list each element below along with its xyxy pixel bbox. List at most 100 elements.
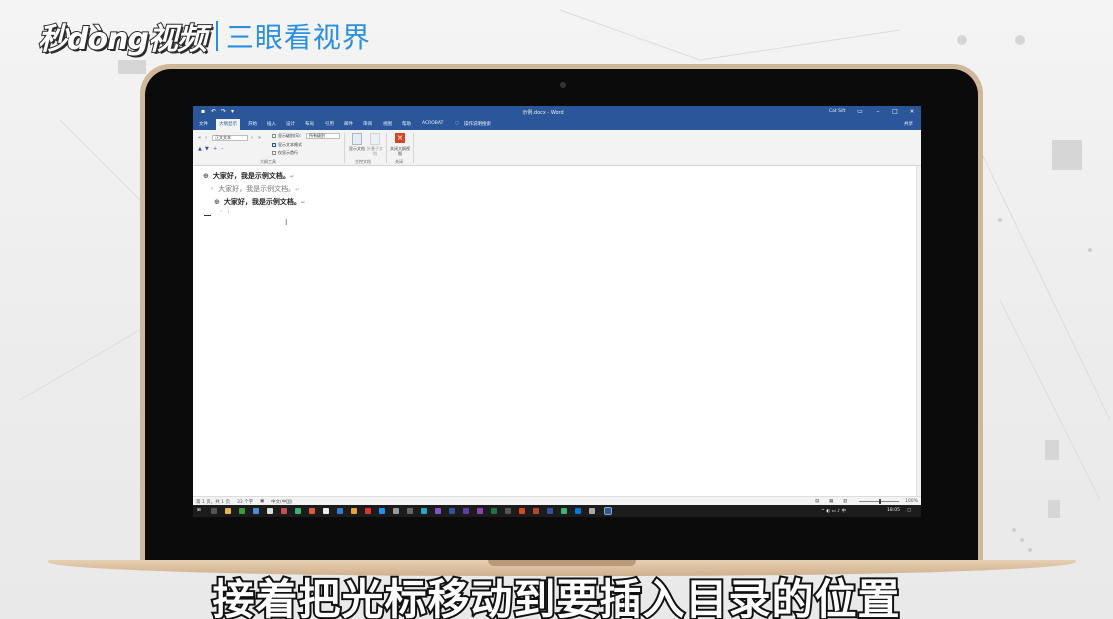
taskbar-app-icon[interactable]	[589, 508, 595, 514]
tab-review[interactable]: 审阅	[363, 121, 372, 127]
taskbar-app-icon[interactable]	[449, 508, 455, 514]
close-outline-view-button[interactable]: 关闭大纲视图	[389, 146, 411, 156]
maximize-icon[interactable]: □	[890, 108, 900, 116]
share-button[interactable]: 共享	[904, 121, 913, 127]
tell-me-search[interactable]: 操作说明搜索	[464, 121, 491, 127]
tab-mailings[interactable]: 邮件	[344, 121, 353, 127]
taskbar-app-icon[interactable]	[393, 508, 399, 514]
zoom-slider-thumb[interactable]	[879, 499, 881, 504]
outline-line[interactable]: ⊕ 大家好，我是示例文档。↵	[214, 197, 305, 207]
tab-references[interactable]: 引用	[325, 121, 334, 127]
taskbar-app-icon[interactable]	[239, 508, 245, 514]
empty-outline-line[interactable]: ◦ ⏐	[220, 209, 230, 215]
body-bullet-icon: ◦	[220, 209, 223, 215]
taskbar-app-icon[interactable]	[407, 508, 413, 514]
collapse-subdocs-icon	[370, 133, 380, 145]
group-close-label: 关闭	[395, 159, 403, 164]
taskbar-app-icon[interactable]	[337, 508, 343, 514]
lightbulb-icon: ◌	[455, 121, 459, 126]
taskbar-app-icon[interactable]	[477, 508, 483, 514]
show-level-checkbox[interactable]: 显示级别(S):	[272, 133, 301, 139]
tab-help[interactable]: 帮助	[402, 121, 411, 127]
read-mode-icon[interactable]: ▤	[815, 499, 819, 504]
show-level-select[interactable]: 所有级别	[306, 133, 340, 139]
taskbar-app-icon[interactable]	[547, 508, 553, 514]
taskbar-app-icon[interactable]	[505, 508, 511, 514]
brand-name: 秒dòng视频	[37, 21, 208, 58]
windows-taskbar: ⊞ ^ ◐ ▭ ♪ 中 18:05 ▢	[193, 505, 921, 517]
taskbar-app-icon[interactable]	[575, 508, 581, 514]
taskbar-app-icon[interactable]	[533, 508, 539, 514]
taskbar-app-icon[interactable]	[561, 508, 567, 514]
tab-home[interactable]: 开始	[248, 121, 257, 127]
collapse-icon[interactable]: –	[221, 146, 224, 152]
qat-customize-icon[interactable]: ▾	[231, 109, 237, 115]
taskbar-app-icon[interactable]	[491, 508, 497, 514]
expand-bullet-icon[interactable]: ⊕	[214, 198, 220, 206]
video-subtitle: 接着把光标移动到要插入目录的位置	[210, 573, 901, 619]
brand-logo: 秒dòng视频 三眼看视界	[37, 14, 371, 58]
expand-icon[interactable]: +	[213, 146, 217, 152]
system-tray-icons[interactable]: ^ ◐ ▭ ♪ 中	[821, 508, 846, 514]
taskbar-app-icon[interactable]	[267, 508, 273, 514]
tab-acrobat[interactable]: ACROBAT	[422, 121, 443, 126]
expand-bullet-icon[interactable]: ⊕	[203, 172, 209, 180]
show-first-line-only-checkbox[interactable]: 仅显示首行	[272, 150, 298, 156]
outline-line[interactable]: ⊕ 大家好，我是示例文档。↵	[203, 171, 294, 181]
tab-view[interactable]: 视图	[383, 121, 392, 127]
word-taskbar-icon[interactable]	[604, 507, 612, 515]
show-text-formatting-checkbox[interactable]: 显示文本格式	[272, 142, 302, 148]
redo-icon[interactable]: ↷	[221, 109, 227, 115]
taskbar-app-icon[interactable]	[519, 508, 525, 514]
minimize-icon[interactable]: –	[873, 108, 883, 116]
document-canvas[interactable]: ⊕ 大家好，我是示例文档。↵ ◦ 大家好，我是示例文档。↵ ⊕ 大家好，我是示例文档。…	[193, 166, 915, 496]
print-layout-icon[interactable]: ▦	[829, 499, 833, 504]
demote-to-body-icon[interactable]: »	[258, 135, 261, 141]
close-outline-icon[interactable]: ×	[395, 133, 405, 143]
show-document-button[interactable]: 显示文档	[345, 146, 369, 151]
outline-line[interactable]: ◦ 大家好，我是示例文档。↵	[210, 184, 299, 194]
wechat-icon[interactable]	[295, 508, 301, 514]
taskbar-app-icon[interactable]	[253, 508, 259, 514]
user-name[interactable]: Cat Sift	[829, 109, 845, 114]
close-icon[interactable]: ×	[907, 108, 917, 116]
document-title: 示例.docx - Word	[522, 110, 564, 116]
notification-icon[interactable]: ▢	[907, 508, 911, 513]
zoom-level[interactable]: 100%	[905, 499, 918, 504]
web-layout-icon[interactable]: ▥	[843, 499, 847, 504]
outline-level-select[interactable]: 正文文本	[212, 135, 248, 141]
taskbar-app-icon[interactable]	[309, 508, 315, 514]
taskbar-app-icon[interactable]	[281, 508, 287, 514]
show-document-icon[interactable]	[352, 133, 362, 145]
promote-icon[interactable]: ‹	[205, 135, 207, 141]
file-explorer-icon[interactable]	[225, 508, 231, 514]
group-master-document-label: 主控文档	[355, 159, 371, 164]
taskbar-app-icon[interactable]	[365, 508, 371, 514]
proofing-icon[interactable]: ▣	[260, 499, 264, 504]
taskbar-app-icon[interactable]	[323, 508, 329, 514]
ribbon-display-icon[interactable]: ▭	[855, 108, 865, 116]
tab-insert[interactable]: 插入	[267, 121, 276, 127]
move-up-icon[interactable]: ▲	[198, 146, 202, 152]
vertical-scrollbar[interactable]	[916, 166, 921, 496]
move-down-icon[interactable]: ▼	[205, 146, 209, 152]
tab-layout[interactable]: 布局	[305, 121, 314, 127]
taskbar-app-icon[interactable]	[351, 508, 357, 514]
taskbar-app-icon[interactable]	[379, 508, 385, 514]
body-bullet-icon[interactable]: ◦	[210, 185, 214, 193]
undo-icon[interactable]: ↶	[211, 109, 217, 115]
taskbar-app-icon[interactable]	[421, 508, 427, 514]
taskbar-app-icon[interactable]	[463, 508, 469, 514]
taskbar-app-icon[interactable]	[435, 508, 441, 514]
promote-to-heading1-icon[interactable]: «	[198, 135, 201, 141]
tab-file[interactable]: 文件	[199, 121, 208, 127]
tab-design[interactable]: 设计	[286, 121, 295, 127]
demote-icon[interactable]: ›	[251, 135, 253, 141]
brand-channel: 三眼看视界	[225, 21, 371, 54]
save-icon[interactable]: ▪	[201, 109, 207, 115]
tab-outline[interactable]: 大纲显示	[216, 119, 240, 130]
start-icon[interactable]: ⊞	[197, 508, 201, 513]
status-bar: 第 1 页，共 1 页 33 个字 ▣ 中文(中国) ▤ ▦ ▥ 100%	[193, 496, 921, 505]
task-view-icon[interactable]	[211, 508, 217, 514]
clock[interactable]: 18:05	[887, 508, 900, 513]
